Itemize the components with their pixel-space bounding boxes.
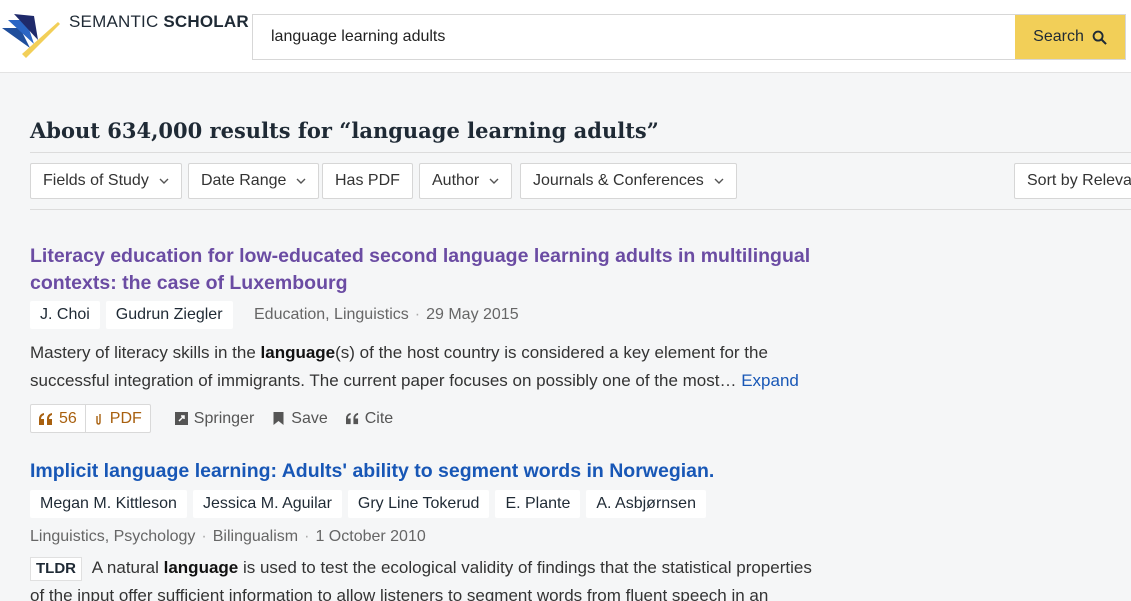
cite-label: Cite: [364, 409, 394, 427]
quote-icon: [345, 412, 358, 425]
date-range-label: Date Range: [201, 172, 287, 189]
cite-button[interactable]: Cite: [345, 409, 394, 428]
pdf-icon: [96, 413, 101, 425]
paper-title-link[interactable]: Literacy education for low-educated seco…: [30, 243, 830, 297]
expand-link[interactable]: Expand: [741, 371, 799, 390]
author-chip[interactable]: Gry Line Tokerud: [347, 490, 490, 518]
author-chip[interactable]: Jessica M. Aguilar: [192, 490, 342, 518]
author-filter[interactable]: Author: [419, 163, 513, 199]
paper-meta: Education, Linguistics · 29 May 2015: [254, 306, 519, 323]
citation-count-button[interactable]: 56: [31, 405, 86, 432]
results-heading: About 634,000 results for “language lear…: [30, 118, 659, 143]
chevron-down-icon: [159, 178, 169, 184]
pdf-button[interactable]: PDF: [86, 405, 150, 432]
sort-dropdown[interactable]: Sort by Relevance: [1014, 163, 1131, 199]
paper-title-line: contexts: the case of Luxembourg: [30, 272, 348, 294]
chevron-down-icon: [296, 178, 306, 184]
search-icon: [1092, 30, 1107, 45]
bookmark-icon: [273, 412, 284, 425]
venue[interactable]: Bilingualism: [213, 528, 298, 545]
logo-wordmark: SEMANTIC SCHOLAR: [69, 12, 249, 31]
top-header: SEMANTIC SCHOLAR Search: [0, 0, 1131, 73]
book-logo-icon: [2, 14, 60, 58]
search-button[interactable]: Search: [1015, 15, 1125, 59]
search-bar: Search: [252, 14, 1126, 60]
save-button[interactable]: Save: [272, 409, 328, 428]
chevron-down-icon: [714, 178, 724, 184]
author-chip[interactable]: E. Plante: [495, 490, 581, 518]
quote-icon: [39, 412, 52, 425]
author-list: Megan M. Kittleson Jessica M. Aguilar Gr…: [30, 490, 706, 518]
tldr-badge: TLDR: [30, 557, 82, 581]
paper-meta: Linguistics, Psychology · Bilingualism · 1 O…: [30, 528, 426, 545]
fields-of-study: Linguistics, Psychology: [30, 528, 196, 545]
filter-divider: [30, 209, 1131, 210]
publication-date: 1 October 2010: [315, 528, 426, 545]
author-chip[interactable]: Gudrun Ziegler: [105, 301, 233, 329]
has-pdf-label: Has PDF: [335, 172, 400, 189]
paper-abstract: Mastery of literacy skills in the langua…: [30, 343, 799, 390]
author-list: J. Choi Gudrun Ziegler: [30, 301, 233, 329]
paper-tldr: TLDR A natural language is used to test …: [30, 557, 812, 601]
author-chip[interactable]: A. Asbjørnsen: [586, 490, 706, 518]
chevron-down-icon: [489, 178, 499, 184]
citation-count: 56: [59, 409, 77, 427]
fields-of-study: Education, Linguistics: [254, 306, 409, 323]
paper-title-link[interactable]: Implicit language learning: Adults' abil…: [30, 458, 830, 485]
author-label: Author: [432, 172, 480, 189]
date-range-filter[interactable]: Date Range: [188, 163, 320, 199]
paper-title-line: Literacy education for low-educated seco…: [30, 245, 811, 267]
author-chip[interactable]: Megan M. Kittleson: [30, 490, 187, 518]
publisher-label: Springer: [193, 409, 255, 427]
search-input[interactable]: [253, 15, 1015, 59]
author-chip[interactable]: J. Choi: [30, 301, 100, 329]
journals-conferences-filter[interactable]: Journals & Conferences: [520, 163, 737, 199]
fields-of-study-filter[interactable]: Fields of Study: [30, 163, 182, 199]
journals-conferences-label: Journals & Conferences: [533, 172, 704, 189]
semantic-scholar-logo[interactable]: [0, 14, 62, 58]
external-link-icon: [174, 412, 188, 425]
publication-date: 29 May 2015: [426, 306, 519, 323]
publisher-link[interactable]: Springer: [174, 409, 255, 428]
save-label: Save: [291, 409, 328, 427]
paper-badges: 56 PDF: [30, 404, 151, 433]
has-pdf-filter[interactable]: Has PDF: [322, 163, 413, 199]
heading-divider: [30, 152, 1131, 153]
pdf-label: PDF: [109, 409, 142, 427]
fields-of-study-label: Fields of Study: [43, 172, 149, 189]
paper-actions: 56 PDF Springer Save Cite: [30, 404, 393, 433]
search-button-label: Search: [1033, 28, 1084, 45]
